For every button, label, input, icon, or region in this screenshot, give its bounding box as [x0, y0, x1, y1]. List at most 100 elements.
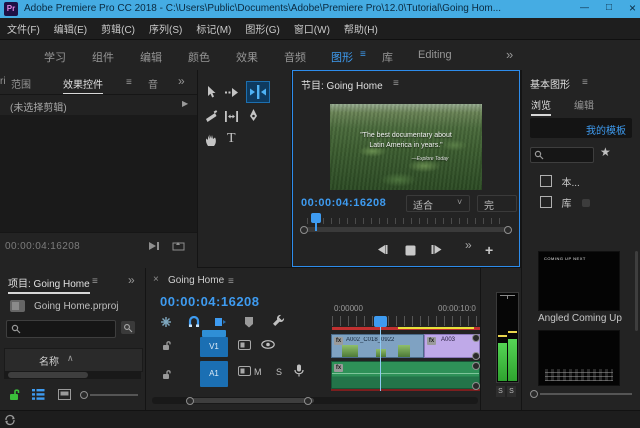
library-checkbox[interactable]	[540, 196, 552, 208]
program-scrubber-track[interactable]	[303, 227, 509, 232]
track-select-forward-tool-icon[interactable]	[224, 87, 239, 98]
menu-clip[interactable]: 剪辑(C)	[101, 21, 135, 36]
workspace-graphics-menu-icon[interactable]: ≡	[360, 49, 366, 60]
timeline-settings-wrench-icon[interactable]	[272, 314, 285, 327]
meter-solo-right-button[interactable]: S	[507, 386, 516, 397]
program-timecode[interactable]: 00:00:04:16208	[301, 197, 386, 209]
template-1-thumbnail[interactable]: COMING UP NEXT	[538, 251, 620, 311]
workspace-tab-assembly[interactable]: 组件	[92, 49, 114, 65]
track-resize-dot[interactable]	[472, 362, 480, 370]
nest-insert-toggle-icon[interactable]	[160, 316, 172, 328]
list-view-button[interactable]	[32, 389, 45, 400]
essential-graphics-menu-icon[interactable]: ≡	[582, 77, 588, 88]
effect-controls-menu-icon[interactable]: ≡	[126, 77, 132, 88]
track-resize-dot[interactable]	[472, 334, 480, 342]
track-resize-dot[interactable]	[472, 382, 480, 390]
workspace-tab-effects[interactable]: 效果	[236, 49, 258, 65]
workspace-tab-editing[interactable]: Editing	[418, 49, 452, 61]
project-panel-tab[interactable]: 项目: Going Home	[8, 275, 90, 294]
scrollbar-right-handle[interactable]	[304, 397, 312, 405]
menu-window[interactable]: 窗口(W)	[294, 21, 330, 36]
minimize-button[interactable]: —	[580, 2, 589, 12]
timeline-playhead-handle[interactable]	[374, 316, 387, 327]
program-monitor-tab[interactable]: 节目: Going Home	[301, 77, 383, 94]
sync-status-icon[interactable]	[4, 414, 16, 426]
filter-library-row[interactable]: 库	[540, 194, 590, 212]
filter-local-row[interactable]: 本...	[540, 173, 580, 191]
v1-track-button[interactable]: V1	[200, 337, 228, 357]
razor-tool-icon[interactable]	[204, 110, 218, 123]
program-monitor-menu-icon[interactable]: ≡	[393, 78, 399, 89]
selection-tool-icon[interactable]	[205, 85, 218, 99]
linked-selection-icon[interactable]	[214, 316, 227, 328]
icon-view-button[interactable]	[58, 389, 71, 400]
workspace-tab-graphics[interactable]: 图形	[331, 49, 353, 65]
add-marker-icon[interactable]	[244, 316, 254, 328]
expand-arrow-icon[interactable]: ▶	[182, 99, 188, 108]
timeline-tab-close-icon[interactable]: ×	[153, 274, 159, 285]
panel-group-overflow-icon[interactable]: »	[178, 74, 185, 88]
lumetri-scopes-tab[interactable]: 范围	[11, 76, 31, 91]
timeline-hscrollbar-track[interactable]	[152, 397, 478, 404]
ripple-edit-tool-icon[interactable]	[246, 81, 270, 103]
v1-toggle-output-eye-icon[interactable]	[261, 340, 275, 349]
menu-file[interactable]: 文件(F)	[7, 21, 40, 36]
menu-sequence[interactable]: 序列(S)	[149, 21, 182, 36]
template-2-thumbnail[interactable]	[538, 330, 620, 386]
pen-tool-icon[interactable]	[247, 108, 260, 123]
project-writable-lock-icon[interactable]	[9, 388, 21, 401]
template-zoom-track[interactable]	[540, 393, 632, 395]
project-file-name[interactable]: Going Home.prproj	[34, 301, 118, 312]
play-button[interactable]	[405, 245, 416, 256]
scrollbar-left-handle[interactable]	[186, 397, 194, 405]
project-zoom-track[interactable]	[90, 394, 138, 396]
close-button[interactable]: ×	[629, 1, 636, 15]
timeline-menu-icon[interactable]: ≡	[228, 276, 234, 287]
project-hscrollbar-handle[interactable]	[8, 372, 88, 378]
a1-mute-button[interactable]: M	[254, 367, 262, 377]
favorites-star-icon[interactable]: ★	[600, 145, 611, 159]
scrubber-left-handle[interactable]	[300, 226, 308, 234]
local-checkbox[interactable]	[540, 175, 552, 187]
step-back-button[interactable]	[375, 244, 388, 255]
play-in-to-out-icon[interactable]	[148, 241, 160, 251]
project-hscrollbar-track[interactable]	[4, 371, 141, 379]
workspace-tab-audio[interactable]: 音频	[284, 49, 306, 65]
new-search-bin-button[interactable]	[121, 321, 135, 334]
a1-voiceover-mic-icon[interactable]	[294, 364, 304, 377]
menu-edit[interactable]: 编辑(E)	[54, 21, 87, 36]
v1-clip-a002[interactable]: fx A002_C018_0922	[331, 334, 424, 358]
type-tool-icon[interactable]: T	[227, 131, 236, 147]
program-playhead-marker[interactable]	[311, 213, 321, 223]
a1-audio-clip[interactable]: fx	[331, 361, 480, 389]
resolution-select[interactable]: 完	[477, 195, 517, 212]
workspace-tab-color[interactable]: 颜色	[188, 49, 210, 65]
scrubber-right-handle[interactable]	[504, 226, 512, 234]
template-search-input[interactable]	[530, 147, 594, 163]
essential-graphics-tab[interactable]: 基本图形	[530, 76, 570, 93]
project-panel-overflow-icon[interactable]: »	[128, 273, 135, 287]
slip-tool-icon[interactable]	[224, 111, 239, 122]
snap-magnet-icon[interactable]	[188, 316, 200, 328]
meter-solo-left-button[interactable]: S	[496, 386, 505, 397]
v1-source-patch[interactable]	[202, 330, 226, 337]
step-forward-button[interactable]	[431, 244, 444, 255]
workspace-overflow-icon[interactable]: »	[506, 47, 513, 62]
essential-graphics-scrollbar[interactable]	[635, 251, 638, 331]
workspace-tab-learning[interactable]: 学习	[44, 49, 66, 65]
export-frame-icon[interactable]	[172, 241, 185, 251]
audio-mixer-tab-clipped[interactable]: 音	[148, 76, 160, 91]
workspace-tab-editing-cn[interactable]: 编辑	[140, 49, 162, 65]
my-templates-dropdown[interactable]: 我的模板	[530, 118, 632, 138]
track-resize-dot[interactable]	[472, 352, 480, 360]
browse-tab[interactable]: 浏览	[531, 97, 551, 116]
v1-sync-lock-icon[interactable]	[238, 340, 251, 350]
project-panel-menu-icon[interactable]: ≡	[92, 276, 98, 287]
template-zoom-handle[interactable]	[530, 390, 538, 398]
add-button-icon[interactable]: +	[485, 242, 493, 258]
workspace-tab-libraries[interactable]: 库	[382, 49, 393, 65]
zoom-level-select[interactable]: 适合 ˅	[406, 195, 470, 212]
template-1-label[interactable]: Angled Coming Up	[538, 313, 634, 324]
effect-controls-tab[interactable]: 效果控件	[63, 76, 103, 95]
timeline-timecode[interactable]: 00:00:04:16208	[160, 294, 260, 309]
